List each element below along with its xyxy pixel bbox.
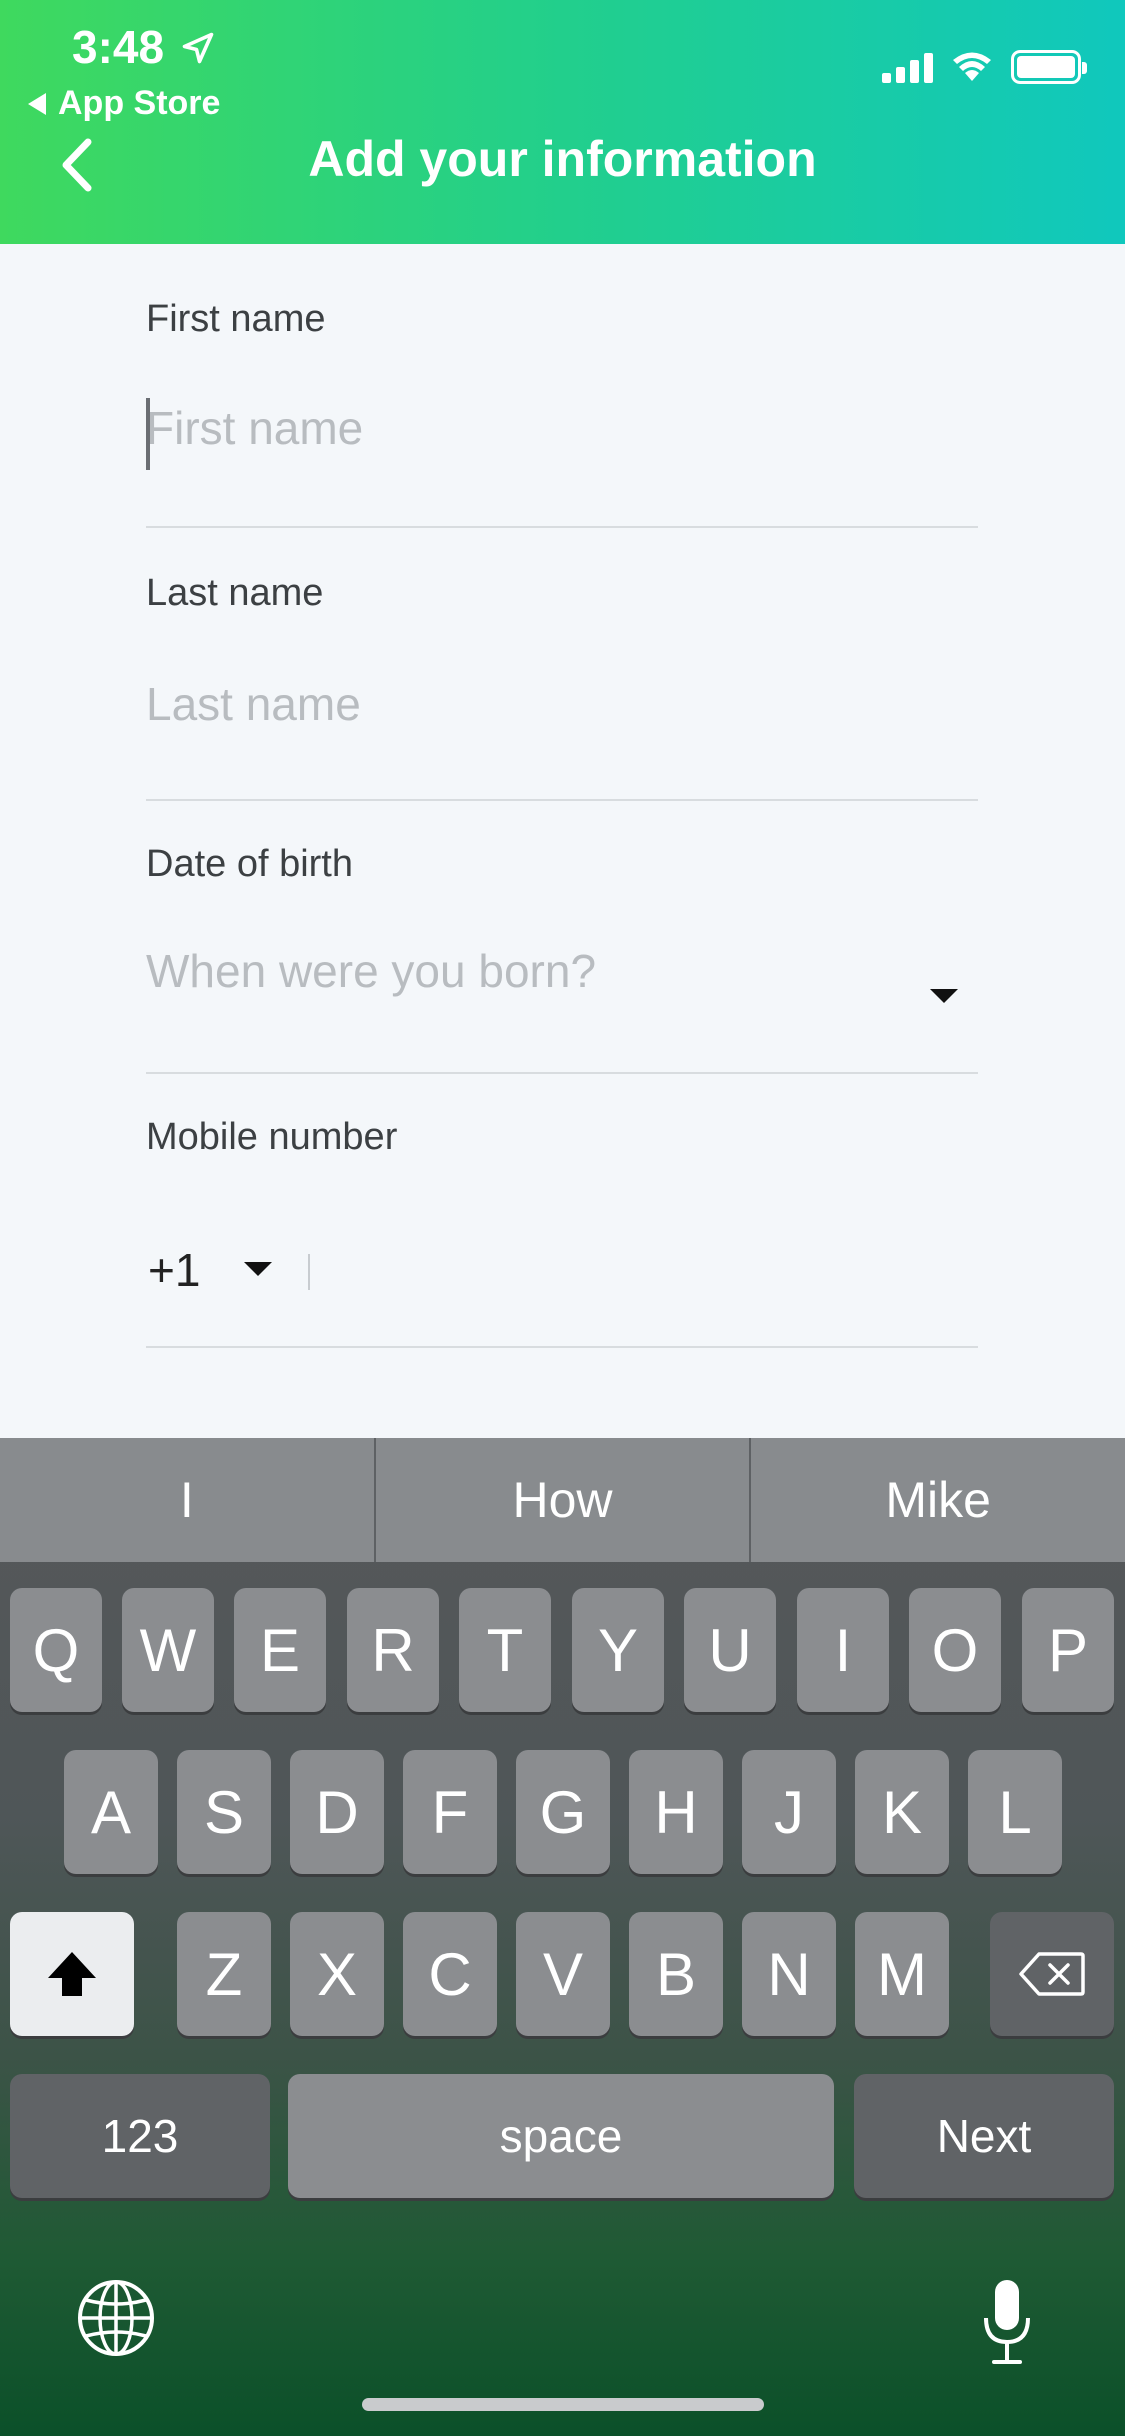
- key-l[interactable]: L: [968, 1750, 1062, 1874]
- key-p[interactable]: P: [1022, 1588, 1114, 1712]
- globe-icon[interactable]: [76, 2278, 156, 2358]
- key-f[interactable]: F: [403, 1750, 497, 1874]
- country-code-selector[interactable]: +1: [148, 1243, 200, 1297]
- suggestion-1[interactable]: I: [0, 1438, 376, 1562]
- dob-label: Date of birth: [146, 843, 353, 885]
- first-name-field: First name: [146, 244, 978, 528]
- key-t[interactable]: T: [459, 1588, 551, 1712]
- key-b[interactable]: B: [629, 1912, 723, 2036]
- key-u[interactable]: U: [684, 1588, 776, 1712]
- back-to-app-store[interactable]: App Store: [28, 84, 220, 123]
- suggestion-3[interactable]: Mike: [751, 1438, 1125, 1562]
- key-x[interactable]: X: [290, 1912, 384, 2036]
- key-w[interactable]: W: [122, 1588, 214, 1712]
- shift-key[interactable]: [10, 1912, 134, 2036]
- country-code-dropdown-icon[interactable]: [244, 1262, 272, 1276]
- app-header: 3:48 App Store Add your information: [0, 0, 1125, 244]
- onscreen-keyboard: I How Mike Q W E R T Y U I O P A S D F G…: [0, 1438, 1125, 2436]
- last-name-label: Last name: [146, 572, 324, 614]
- delete-key[interactable]: [990, 1912, 1114, 2036]
- last-name-input[interactable]: [146, 676, 926, 732]
- key-o[interactable]: O: [909, 1588, 1001, 1712]
- key-y[interactable]: Y: [572, 1588, 664, 1712]
- home-indicator[interactable]: [362, 2398, 764, 2411]
- wifi-icon: [953, 52, 991, 81]
- key-a[interactable]: A: [64, 1750, 158, 1874]
- microphone-icon[interactable]: [982, 2278, 1032, 2366]
- key-n[interactable]: N: [742, 1912, 836, 2036]
- status-indicators: [882, 50, 1087, 84]
- key-k[interactable]: K: [855, 1750, 949, 1874]
- key-m[interactable]: M: [855, 1912, 949, 2036]
- page-title: Add your information: [308, 131, 817, 187]
- mobile-label: Mobile number: [146, 1116, 398, 1158]
- suggestion-2[interactable]: How: [376, 1438, 752, 1562]
- numbers-key[interactable]: 123: [10, 2074, 270, 2198]
- key-s[interactable]: S: [177, 1750, 271, 1874]
- key-r[interactable]: R: [347, 1588, 439, 1712]
- dropdown-arrow-icon[interactable]: [930, 989, 958, 1003]
- key-j[interactable]: J: [742, 1750, 836, 1874]
- key-g[interactable]: G: [516, 1750, 610, 1874]
- first-name-label: First name: [146, 298, 326, 340]
- status-time: 3:48: [72, 21, 165, 73]
- date-of-birth-field[interactable]: Date of birth: [146, 801, 978, 1074]
- key-h[interactable]: H: [629, 1750, 723, 1874]
- key-e[interactable]: E: [234, 1588, 326, 1712]
- dob-input[interactable]: [146, 943, 926, 999]
- battery-icon: [1011, 50, 1087, 84]
- key-d[interactable]: D: [290, 1750, 384, 1874]
- key-q[interactable]: Q: [10, 1588, 102, 1712]
- predictive-suggestions: I How Mike: [0, 1438, 1125, 1562]
- key-z[interactable]: Z: [177, 1912, 271, 2036]
- signal-icon: [882, 51, 933, 83]
- back-triangle-icon: [28, 92, 46, 115]
- mobile-number-input-divider[interactable]: [308, 1254, 310, 1290]
- key-c[interactable]: C: [403, 1912, 497, 2036]
- text-cursor: [146, 398, 150, 470]
- back-app-label: App Store: [58, 84, 221, 122]
- location-arrow-icon: [182, 32, 214, 64]
- next-key[interactable]: Next: [854, 2074, 1114, 2198]
- last-name-field: Last name: [146, 528, 978, 801]
- first-name-input[interactable]: [146, 400, 926, 456]
- delete-icon: [1019, 1952, 1085, 1996]
- shift-icon: [48, 1952, 96, 1996]
- mobile-number-field: Mobile number: [146, 1074, 978, 1348]
- key-v[interactable]: V: [516, 1912, 610, 2036]
- key-i[interactable]: I: [797, 1588, 889, 1712]
- space-key[interactable]: space: [288, 2074, 834, 2198]
